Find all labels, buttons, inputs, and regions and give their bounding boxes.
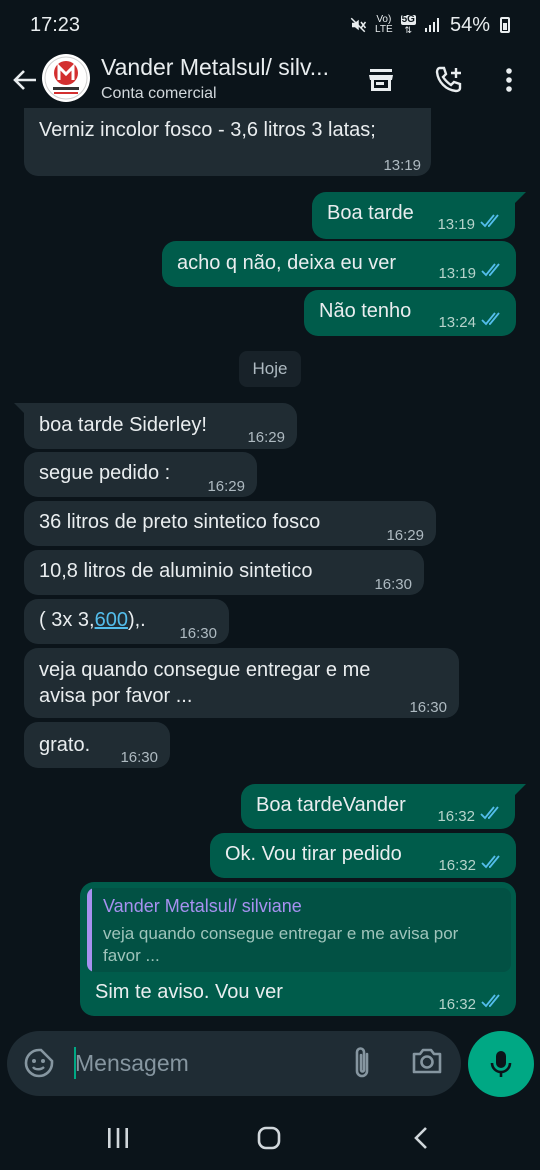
- message-incoming[interactable]: segue pedido : 16:29: [24, 452, 257, 497]
- message-incoming[interactable]: boa tarde Siderley! 16:29: [24, 403, 297, 449]
- catalog-button[interactable]: [363, 62, 399, 98]
- paperclip-icon: [355, 1047, 369, 1078]
- back-button[interactable]: [10, 62, 40, 98]
- message-incoming[interactable]: 36 litros de preto sintetico fosco 16:29: [24, 501, 436, 546]
- message-outgoing[interactable]: Boa tarde 13:19: [312, 192, 515, 239]
- read-ticks-icon: [481, 312, 500, 326]
- camera-button[interactable]: [410, 1045, 446, 1081]
- more-vert-icon: [506, 68, 512, 92]
- recent-apps-icon: [108, 1128, 128, 1148]
- date-divider: Hoje: [239, 351, 301, 387]
- battery-percent: 54%: [449, 13, 490, 36]
- message-incoming[interactable]: ( 3x 3,600),. 16:30: [24, 599, 229, 644]
- message-time: 16:29: [247, 429, 285, 446]
- message-text: segue pedido :: [39, 462, 171, 484]
- message-time: 16:29: [386, 527, 424, 544]
- message-outgoing[interactable]: Ok. Vou tirar pedido 16:32: [210, 833, 516, 878]
- status-time: 17:23: [30, 13, 81, 36]
- read-ticks-icon: [480, 806, 499, 820]
- quote-text: veja quando consegue entregar e me avisa…: [103, 924, 459, 965]
- message-time: 13:24: [438, 314, 476, 331]
- message-time: 16:32: [438, 857, 476, 874]
- mute-icon: [350, 17, 367, 33]
- message-time: 16:29: [207, 478, 245, 495]
- signal-icon: [424, 18, 439, 32]
- avatar[interactable]: [42, 54, 90, 102]
- quote-accent-bar: [87, 888, 92, 972]
- bubble-tail: [513, 192, 526, 205]
- sticker-icon: [24, 1048, 54, 1078]
- home-button[interactable]: [249, 1118, 289, 1158]
- message-text: Boa tardeVander: [256, 794, 406, 816]
- message-time: 13:19: [383, 157, 421, 174]
- microphone-icon: [490, 1051, 512, 1077]
- message-text: grato.: [39, 734, 91, 756]
- message-text: Verniz incolor fosco - 3,6 litros 3 lata…: [39, 119, 376, 141]
- camera-icon: [412, 1048, 442, 1074]
- message-outgoing[interactable]: acho q não, deixa eu ver 13:19: [162, 241, 516, 287]
- message-incoming[interactable]: grato. 16:30: [24, 722, 170, 768]
- battery-icon: [500, 17, 510, 33]
- message-text: Sim te aviso. Vou ver: [95, 981, 283, 1003]
- message-time: 16:30: [179, 625, 217, 642]
- message-text: ( 3x 3,600),.: [39, 609, 146, 631]
- network-5g-indicator: 5G ⇅: [400, 14, 416, 35]
- message-text-line2: avisa por favor ...: [39, 685, 193, 707]
- chat-header: Vander Metalsul/ silv... Conta comercial: [0, 50, 540, 112]
- phone-link[interactable]: 600: [95, 609, 128, 631]
- quote-author: Vander Metalsul/ silviane: [103, 896, 302, 916]
- attach-button[interactable]: [347, 1045, 377, 1081]
- contact-name: Vander Metalsul/ silv...: [101, 54, 329, 80]
- back-arrow-icon: [13, 70, 36, 90]
- voice-record-button[interactable]: [468, 1031, 534, 1097]
- message-outgoing[interactable]: Boa tardeVander 16:32: [241, 784, 515, 829]
- status-icons: Vo) LTE 5G ⇅ 54%: [349, 14, 510, 37]
- message-text: boa tarde Siderley!: [39, 414, 207, 436]
- message-text-line1: veja quando consegue entregar e me: [39, 659, 371, 681]
- read-ticks-icon: [481, 994, 500, 1008]
- message-incoming[interactable]: veja quando consegue entregar e me avisa…: [24, 648, 459, 718]
- recent-apps-button[interactable]: [98, 1118, 138, 1158]
- message-time: 16:32: [437, 808, 475, 825]
- bubble-tail: [513, 784, 526, 797]
- chevron-left-icon: [414, 1127, 427, 1149]
- message-input[interactable]: [75, 1043, 335, 1083]
- read-ticks-icon: [480, 214, 499, 228]
- call-button[interactable]: [431, 62, 467, 98]
- status-bar: 17:23 Vo) LTE 5G ⇅ 54%: [0, 0, 540, 50]
- message-time: 16:32: [438, 996, 476, 1013]
- quoted-message[interactable]: Vander Metalsul/ silviane veja quando co…: [87, 888, 511, 972]
- contact-subtitle: Conta comercial: [101, 85, 217, 102]
- message-text: Boa tarde: [327, 202, 414, 224]
- message-outgoing[interactable]: Não tenho 13:24: [304, 290, 516, 336]
- add-call-icon: [435, 66, 462, 93]
- message-text: 36 litros de preto sintetico fosco: [39, 511, 321, 533]
- metalsul-logo-icon: [44, 56, 88, 100]
- emoji-button[interactable]: [23, 1047, 55, 1079]
- read-ticks-icon: [481, 855, 500, 869]
- home-icon: [257, 1126, 281, 1150]
- store-icon: [369, 69, 393, 91]
- message-incoming[interactable]: Verniz incolor fosco - 3,6 litros 3 lata…: [24, 108, 431, 176]
- message-text: 10,8 litros de aluminio sintetico: [39, 560, 313, 582]
- read-ticks-icon: [481, 263, 500, 277]
- header-text[interactable]: Vander Metalsul/ silv... Conta comercial: [101, 54, 329, 103]
- more-options-button[interactable]: [491, 62, 527, 98]
- message-text: acho q não, deixa eu ver: [177, 252, 397, 274]
- message-time: 16:30: [409, 699, 447, 716]
- message-composer: [7, 1031, 461, 1096]
- message-time: 13:19: [437, 216, 475, 233]
- message-time: 13:19: [438, 265, 476, 282]
- message-incoming[interactable]: 10,8 litros de aluminio sintetico 16:30: [24, 550, 424, 595]
- message-time: 16:30: [120, 749, 158, 766]
- message-text: Não tenho: [319, 300, 412, 322]
- back-nav-button[interactable]: [401, 1118, 441, 1158]
- message-text: Ok. Vou tirar pedido: [225, 843, 402, 865]
- message-time: 16:30: [374, 576, 412, 593]
- volte-indicator: Vo) LTE: [375, 14, 393, 35]
